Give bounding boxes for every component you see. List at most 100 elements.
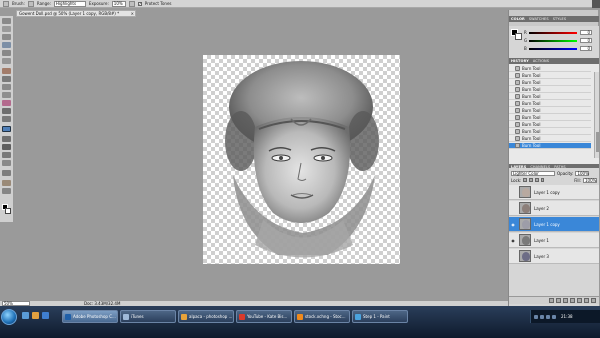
explorer-icon[interactable] — [32, 312, 39, 319]
range-select[interactable]: Highlights — [53, 0, 86, 7]
history-item[interactable]: Burn Tool — [509, 66, 591, 72]
lock-position-icon[interactable] — [534, 178, 539, 182]
path-selection-tool-icon[interactable] — [2, 152, 11, 158]
gradient-tool-icon[interactable] — [2, 108, 11, 114]
green-slider[interactable]: G 0 — [524, 38, 596, 44]
tab-styles[interactable]: STYLES — [553, 17, 566, 21]
clone-stamp-tool-icon[interactable] — [2, 84, 11, 90]
layer-row[interactable]: Layer 3 — [509, 249, 599, 264]
history-item[interactable]: Burn Tool — [509, 80, 591, 86]
shape-tool-icon[interactable] — [2, 160, 11, 166]
document-tab[interactable]: Gowent Doll.psd @ 50% (Layer 1 copy, RGB… — [16, 10, 136, 17]
clock[interactable]: 21:38 — [561, 314, 573, 319]
red-gradient[interactable] — [529, 32, 577, 34]
link-layers-icon[interactable] — [549, 298, 554, 303]
show-desktop-icon[interactable] — [22, 312, 29, 319]
layer-row[interactable]: ◉ Layer 1 copy — [509, 217, 599, 232]
panel-background-swatch[interactable] — [515, 33, 522, 40]
tab-history[interactable]: HISTORY — [511, 59, 529, 63]
browser-icon[interactable] — [42, 312, 49, 319]
fill-input[interactable]: 100% — [582, 177, 597, 183]
red-value[interactable]: 0 — [580, 30, 592, 35]
blue-gradient[interactable] — [529, 48, 577, 50]
eyedropper-tool-icon[interactable] — [2, 58, 11, 64]
history-item[interactable]: Burn Tool — [509, 129, 591, 135]
layer-row[interactable]: ◉ Layer 1 — [509, 233, 599, 248]
history-item[interactable]: Burn Tool — [509, 87, 591, 93]
marquee-tool-icon[interactable] — [2, 26, 11, 32]
taskbar-button[interactable]: stock.xchng - Stoc... — [294, 310, 350, 323]
network-icon[interactable] — [534, 314, 538, 319]
lock-all-icon[interactable] — [540, 178, 545, 182]
lock-pixels-icon[interactable] — [529, 178, 533, 182]
move-tool-icon[interactable] — [2, 18, 11, 24]
visibility-eye-icon[interactable] — [510, 189, 516, 195]
brush-tool-icon[interactable] — [2, 76, 11, 82]
dodge-tool-icon[interactable] — [2, 116, 11, 122]
3d-tool-icon[interactable] — [2, 170, 11, 176]
visibility-eye-icon[interactable]: ◉ — [510, 237, 516, 243]
lasso-tool-icon[interactable] — [2, 34, 11, 40]
lock-transparency-icon[interactable] — [523, 178, 528, 182]
green-gradient[interactable] — [529, 40, 577, 42]
visibility-eye-icon[interactable]: ◉ — [510, 221, 516, 227]
history-item[interactable]: Burn Tool — [509, 115, 591, 121]
tab-color[interactable]: COLOR — [511, 17, 525, 21]
close-icon[interactable]: × — [131, 11, 134, 16]
blend-mode-select[interactable]: Lighter Color — [511, 170, 555, 176]
zoom-tool-icon[interactable] — [2, 188, 11, 194]
taskbar-button[interactable]: Step 1 - Paint — [352, 310, 408, 323]
document-canvas[interactable] — [203, 55, 400, 264]
history-scroll-thumb[interactable] — [596, 132, 599, 152]
new-layer-icon[interactable] — [584, 298, 589, 303]
history-item[interactable]: Burn Tool — [509, 122, 591, 128]
taskbar-button[interactable]: alpaca - photoshop ... — [178, 310, 234, 323]
healing-brush-tool-icon[interactable] — [2, 68, 11, 74]
type-tool-icon[interactable] — [2, 144, 11, 150]
exposure-input[interactable]: 10% — [111, 0, 126, 7]
taskbar-button[interactable]: iTunes — [120, 310, 176, 323]
blue-slider[interactable]: B 0 — [524, 46, 596, 52]
history-item[interactable]: Burn Tool — [509, 73, 591, 79]
volume-icon[interactable] — [540, 314, 544, 319]
layer-row[interactable]: Layer 2 — [509, 201, 599, 216]
history-item[interactable]: Burn Tool — [509, 136, 591, 142]
background-color-swatch[interactable] — [5, 208, 11, 214]
pen-tool-icon[interactable] — [2, 136, 11, 142]
layer-mask-icon[interactable] — [563, 298, 568, 303]
antivirus-icon[interactable] — [546, 314, 550, 319]
adjustment-layer-icon[interactable] — [570, 298, 575, 303]
blue-value[interactable]: 0 — [580, 46, 592, 51]
green-value[interactable]: 0 — [580, 38, 592, 43]
group-icon[interactable] — [577, 298, 582, 303]
taskbar-button[interactable]: YouTube - Kate Bis... — [236, 310, 292, 323]
quick-select-tool-icon[interactable] — [2, 42, 11, 48]
history-item[interactable]: Burn Tool — [509, 108, 591, 114]
visibility-eye-icon[interactable] — [510, 205, 516, 211]
visibility-eye-icon[interactable] — [510, 253, 516, 259]
messenger-icon[interactable] — [552, 314, 556, 319]
burn-tool-icon[interactable] — [3, 0, 9, 7]
start-button[interactable] — [1, 309, 17, 325]
layer-style-icon[interactable] — [556, 298, 561, 303]
history-item[interactable]: Burn Tool — [509, 101, 591, 107]
burn-tool-active-icon[interactable] — [2, 126, 11, 132]
red-slider[interactable]: R 0 — [524, 30, 596, 36]
tab-swatches[interactable]: SWATCHES — [529, 17, 549, 21]
history-item[interactable]: Burn Tool — [509, 94, 591, 100]
eraser-tool-icon[interactable] — [2, 100, 11, 106]
history-item[interactable]: Burn Tool — [509, 143, 591, 149]
opacity-input[interactable]: 100% — [575, 170, 590, 176]
history-scrollbar[interactable] — [594, 72, 599, 158]
history-brush-tool-icon[interactable] — [2, 92, 11, 98]
airbrush-icon[interactable] — [128, 0, 135, 7]
hand-tool-icon[interactable] — [2, 180, 11, 186]
protect-tones-checkbox[interactable]: ✓ — [137, 1, 142, 6]
layer-row[interactable]: Layer 1 copy — [509, 185, 599, 200]
tab-actions[interactable]: ACTIONS — [533, 59, 549, 63]
trash-icon[interactable] — [591, 298, 596, 303]
workspace-switcher-button[interactable] — [592, 0, 600, 8]
taskbar-button[interactable]: Adobe Photoshop C... — [62, 310, 118, 323]
brush-picker-icon[interactable] — [27, 0, 34, 7]
crop-tool-icon[interactable] — [2, 50, 11, 56]
